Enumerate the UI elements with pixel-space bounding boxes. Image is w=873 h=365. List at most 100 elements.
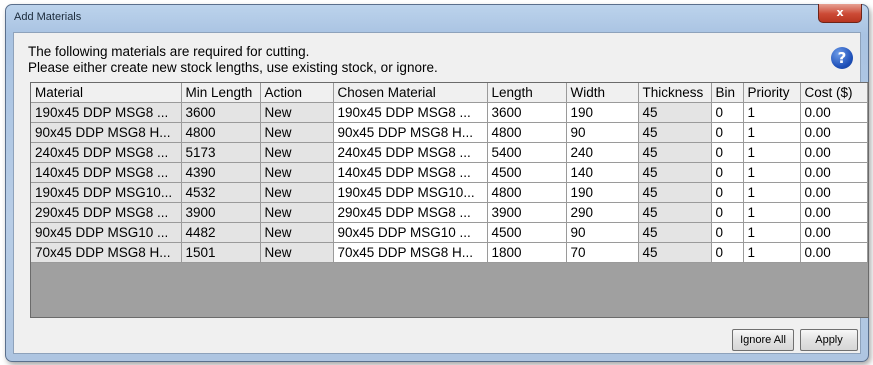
column-header[interactable]: Length	[487, 83, 567, 103]
length-cell[interactable]: 4800	[487, 122, 567, 143]
close-button[interactable]: x	[818, 4, 862, 23]
cost-cell[interactable]: 0.00	[800, 182, 868, 203]
bin-cell[interactable]: 0	[711, 162, 744, 183]
bin-cell[interactable]: 0	[711, 202, 744, 223]
length-cell[interactable]: 3900	[487, 202, 567, 223]
thickness-cell: 45	[638, 122, 712, 143]
help-icon[interactable]: ?	[831, 47, 853, 69]
table-row[interactable]: 290x45 DDP MSG8 ... 3900 New 290x45 DDP MSG…	[31, 202, 868, 223]
action-cell[interactable]: New	[260, 202, 334, 223]
column-header[interactable]: Action	[260, 83, 334, 103]
priority-cell[interactable]: 1	[743, 102, 801, 123]
material-cell: 70x45 DDP MSG8 H...	[31, 242, 182, 263]
chosen-material-cell[interactable]: 290x45 DDP MSG8 ...	[333, 202, 488, 223]
bin-cell[interactable]: 0	[711, 222, 744, 243]
chosen-material-cell[interactable]: 90x45 DDP MSG10 ...	[333, 222, 488, 243]
width-cell[interactable]: 90	[566, 122, 639, 143]
table-row[interactable]: 90x45 DDP MSG8 H... 4800 New 90x45 DDP MSG8…	[31, 122, 868, 143]
column-header[interactable]: Min Length	[181, 83, 261, 103]
priority-cell[interactable]: 1	[743, 142, 801, 163]
cost-cell[interactable]: 0.00	[800, 122, 868, 143]
width-cell[interactable]: 190	[566, 102, 639, 123]
cost-cell[interactable]: 0.00	[800, 202, 868, 223]
min-length-cell: 1501	[181, 242, 261, 263]
width-cell[interactable]: 190	[566, 182, 639, 203]
width-cell[interactable]: 140	[566, 162, 639, 183]
column-header[interactable]: Bin	[711, 83, 744, 103]
column-header[interactable]: Thickness	[638, 83, 712, 103]
thickness-cell: 45	[638, 202, 712, 223]
priority-cell[interactable]: 1	[743, 242, 801, 263]
table-header-row: Material Min Length Action Chosen Materi…	[31, 83, 868, 103]
bin-cell[interactable]: 0	[711, 122, 744, 143]
chosen-material-cell[interactable]: 90x45 DDP MSG8 H...	[333, 122, 488, 143]
materials-grid: Material Min Length Action Chosen Materi…	[30, 82, 869, 318]
ignore-all-button[interactable]: Ignore All	[732, 329, 794, 351]
column-header[interactable]: Chosen Material	[333, 83, 488, 103]
length-cell[interactable]: 5400	[487, 142, 567, 163]
cost-cell[interactable]: 0.00	[800, 222, 868, 243]
bin-cell[interactable]: 0	[711, 242, 744, 263]
material-cell: 240x45 DDP MSG8 ...	[31, 142, 182, 163]
priority-cell[interactable]: 1	[743, 202, 801, 223]
chosen-material-cell[interactable]: 70x45 DDP MSG8 H...	[333, 242, 488, 263]
min-length-cell: 3900	[181, 202, 261, 223]
cost-cell[interactable]: 0.00	[800, 102, 868, 123]
column-header[interactable]: Priority	[743, 83, 801, 103]
dialog-body: The following materials are required for…	[13, 32, 869, 354]
table-row[interactable]: 190x45 DDP MSG10... 4532 New 190x45 DDP MSG…	[31, 182, 868, 203]
apply-button[interactable]: Apply	[800, 329, 858, 351]
width-cell[interactable]: 90	[566, 222, 639, 243]
min-length-cell: 3600	[181, 102, 261, 123]
action-cell[interactable]: New	[260, 182, 334, 203]
bin-cell[interactable]: 0	[711, 142, 744, 163]
table-row[interactable]: 70x45 DDP MSG8 H... 1501 New 70x45 DDP MSG8…	[31, 242, 868, 263]
table-row[interactable]: 90x45 DDP MSG10 ... 4482 New 90x45 DDP MSG1…	[31, 222, 868, 243]
action-cell[interactable]: New	[260, 242, 334, 263]
width-cell[interactable]: 290	[566, 202, 639, 223]
column-header[interactable]: Material	[31, 83, 182, 103]
min-length-cell: 4482	[181, 222, 261, 243]
cost-cell[interactable]: 0.00	[800, 162, 868, 183]
chosen-material-cell[interactable]: 190x45 DDP MSG8 ...	[333, 102, 488, 123]
action-cell[interactable]: New	[260, 222, 334, 243]
chosen-material-cell[interactable]: 140x45 DDP MSG8 ...	[333, 162, 488, 183]
materials-table: Material Min Length Action Chosen Materi…	[31, 83, 868, 263]
action-cell[interactable]: New	[260, 102, 334, 123]
material-cell: 190x45 DDP MSG10...	[31, 182, 182, 203]
table-row[interactable]: 140x45 DDP MSG8 ... 4390 New 140x45 DDP MSG…	[31, 162, 868, 183]
length-cell[interactable]: 3600	[487, 102, 567, 123]
length-cell[interactable]: 4500	[487, 162, 567, 183]
table-row[interactable]: 190x45 DDP MSG8 ... 3600 New 190x45 DDP MSG…	[31, 102, 868, 123]
column-header[interactable]: Cost ($)	[800, 83, 868, 103]
thickness-cell: 45	[638, 222, 712, 243]
min-length-cell: 4390	[181, 162, 261, 183]
material-cell: 190x45 DDP MSG8 ...	[31, 102, 182, 123]
chosen-material-cell[interactable]: 240x45 DDP MSG8 ...	[333, 142, 488, 163]
message-line-2: Please either create new stock lengths, …	[28, 60, 438, 75]
priority-cell[interactable]: 1	[743, 182, 801, 203]
table-row[interactable]: 240x45 DDP MSG8 ... 5173 New 240x45 DDP MSG…	[31, 142, 868, 163]
message-line-1: The following materials are required for…	[28, 44, 310, 59]
column-header[interactable]: Width	[566, 83, 639, 103]
priority-cell[interactable]: 1	[743, 122, 801, 143]
length-cell[interactable]: 4800	[487, 182, 567, 203]
action-cell[interactable]: New	[260, 142, 334, 163]
thickness-cell: 45	[638, 102, 712, 123]
min-length-cell: 5173	[181, 142, 261, 163]
bin-cell[interactable]: 0	[711, 102, 744, 123]
cost-cell[interactable]: 0.00	[800, 142, 868, 163]
min-length-cell: 4532	[181, 182, 261, 203]
cost-cell[interactable]: 0.00	[800, 242, 868, 263]
priority-cell[interactable]: 1	[743, 162, 801, 183]
action-cell[interactable]: New	[260, 122, 334, 143]
thickness-cell: 45	[638, 182, 712, 203]
priority-cell[interactable]: 1	[743, 222, 801, 243]
length-cell[interactable]: 1800	[487, 242, 567, 263]
action-cell[interactable]: New	[260, 162, 334, 183]
width-cell[interactable]: 70	[566, 242, 639, 263]
chosen-material-cell[interactable]: 190x45 DDP MSG10...	[333, 182, 488, 203]
bin-cell[interactable]: 0	[711, 182, 744, 203]
length-cell[interactable]: 4500	[487, 222, 567, 243]
width-cell[interactable]: 240	[566, 142, 639, 163]
